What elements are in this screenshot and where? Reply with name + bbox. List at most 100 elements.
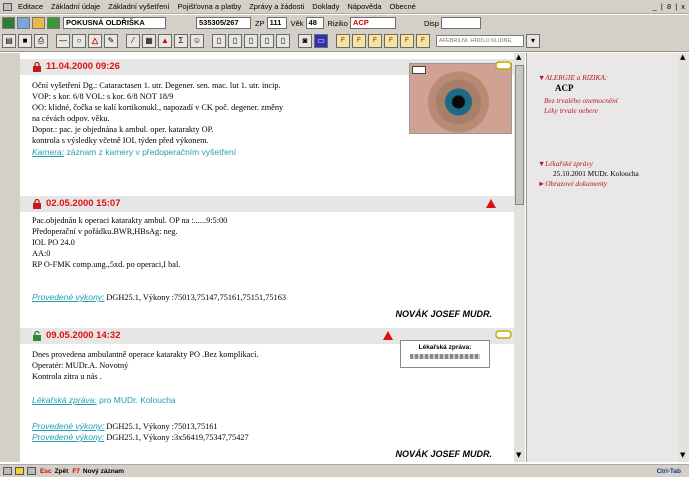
pen-icon[interactable]: ✎ — [104, 34, 118, 48]
patient-add-icon[interactable] — [47, 17, 60, 29]
scroll-up-arrow-icon[interactable]: ▲ — [516, 53, 521, 61]
entry-header[interactable]: 02.05.2000 15:07 — [20, 196, 514, 212]
doc2-icon[interactable]: ▯ — [228, 34, 242, 48]
doc5-icon[interactable]: ▯ — [276, 34, 290, 48]
risk-field[interactable]: ACP — [349, 17, 396, 29]
print-icon[interactable]: ⎙ — [34, 34, 48, 48]
allergy-heading[interactable]: ▼ALERGIE a RIZIKA: — [538, 73, 607, 82]
sigma-icon[interactable]: Σ — [174, 34, 188, 48]
f7-key: F7 — [72, 467, 80, 475]
system-menu-icon[interactable] — [3, 2, 12, 11]
f4-key-icon[interactable]: F — [384, 34, 398, 48]
back-action[interactable]: Zpět — [55, 468, 69, 475]
report-thumbnail[interactable]: Lékařská zpráva: — [400, 340, 490, 368]
esc-key: Esc — [40, 467, 52, 475]
status-bar: Esc Zpět F7 Nový záznam Ctrl-Tab — [0, 464, 689, 477]
status-disk-icon[interactable] — [27, 467, 36, 475]
age-field[interactable]: 48 — [305, 17, 324, 29]
procedures-line[interactable]: Provedené výkony: DGH25.1, Výkony :75013… — [32, 292, 286, 303]
eye-image-thumbnail[interactable] — [409, 63, 512, 134]
open-icon[interactable]: ▤ — [2, 34, 16, 48]
main-scrollbar[interactable]: ▲ ▼ — [514, 53, 525, 462]
procedures-line[interactable]: Provedené výkony: DGH25.1, Výkony :75013… — [32, 421, 218, 432]
main-scrollbar-thumb[interactable] — [515, 65, 524, 205]
patient-id-field[interactable]: 535305/267 — [196, 17, 251, 29]
report-thumbnail-title: Lékařská zpráva: — [418, 344, 472, 351]
menu-napoveda[interactable]: Nápověda — [343, 2, 385, 11]
menu-doklady[interactable]: Doklady — [308, 2, 343, 11]
circle-icon[interactable]: ○ — [72, 34, 86, 48]
chart-icon[interactable]: ⁄ — [126, 34, 140, 48]
doc3-icon[interactable]: ▯ — [244, 34, 258, 48]
entry-text-line: Dnes provedena ambulantně operace katara… — [32, 350, 259, 359]
menu-editace[interactable]: Editace — [14, 2, 47, 11]
triangle-icon[interactable]: △ — [88, 34, 102, 48]
entry-text-line: IOL PO 24.0 — [32, 238, 75, 247]
alert-icon[interactable]: ▲ — [158, 34, 172, 48]
patient-card-icon[interactable] — [2, 17, 15, 29]
patient-name-field[interactable]: POKUSNÁ OLDŘIŠKA — [63, 17, 166, 29]
entry-text-line: kontrola s výsledky včetně IOL týden pře… — [32, 136, 209, 145]
procedures-text: DGH25.1, Výkony :3x56419,75347,75427 — [106, 433, 249, 442]
patient-folder-icon[interactable] — [32, 17, 45, 29]
window-controls[interactable]: _ | 8 | x — [653, 2, 686, 11]
allergy-line: Léky trvale nebere — [544, 106, 599, 115]
entry-text-line: Dopor.: pac. je objednána k ambul. oper.… — [32, 125, 214, 134]
smile-icon[interactable]: ☺ — [190, 34, 204, 48]
menu-zakladni-vysetreni[interactable]: Základní vyšetření — [104, 2, 173, 11]
report-entry[interactable]: 25.10.2001 MUDr. Koloucha — [553, 169, 639, 178]
lock-icon — [33, 62, 41, 72]
entry-text-line: na cévách odpov. věku. — [32, 114, 110, 123]
images-link[interactable]: ►Obrazové dokumenty — [538, 179, 607, 188]
menu-obecne[interactable]: Obecné — [386, 2, 420, 11]
f1-key-icon[interactable]: F — [336, 34, 350, 48]
panel-scroll-down-icon[interactable]: ▼ — [680, 451, 685, 459]
monitor-icon[interactable]: ▭ — [314, 34, 328, 48]
zp-field[interactable]: 111 — [266, 17, 287, 29]
line-icon[interactable]: — — [56, 34, 70, 48]
status-lock-icon[interactable] — [3, 467, 12, 475]
procedures-line[interactable]: Provedené výkony: DGH25.1, Výkony :3x564… — [32, 432, 249, 443]
image-toolbar-icon[interactable] — [412, 66, 426, 74]
f3-key-icon[interactable]: F — [368, 34, 382, 48]
camera-link-label: Kamera: — [32, 147, 65, 157]
scroll-down-arrow-icon[interactable]: ▼ — [516, 451, 521, 459]
lock-icon — [33, 199, 41, 209]
disp-field[interactable] — [440, 17, 481, 29]
risk-label: Riziko — [327, 18, 348, 28]
quick-text-dropdown-icon[interactable]: ▾ — [526, 34, 540, 48]
reports-heading[interactable]: ▼Lékařské zprávy — [538, 159, 593, 168]
f5-key-icon[interactable]: F — [400, 34, 414, 48]
warning-icon[interactable] — [486, 199, 496, 208]
menu-zakladni-udaje[interactable]: Základní údaje — [47, 2, 104, 11]
entry-text-line: RP O-FMK comp.ung.,5xd. po operaci,I bal… — [32, 260, 181, 269]
panel-scroll-up-icon[interactable]: ▲ — [680, 53, 685, 61]
f6-key-icon[interactable]: F — [416, 34, 430, 48]
f2-key-icon[interactable]: F — [352, 34, 366, 48]
doc4-icon[interactable]: ▯ — [260, 34, 274, 48]
age-label: Věk — [290, 18, 304, 28]
new-record-action[interactable]: Nový záznam — [83, 468, 124, 475]
ctrl-tab-hint: Ctrl-Tab — [656, 467, 681, 475]
patient-list-icon[interactable] — [17, 17, 30, 29]
procedures-text: DGH25.1, Výkony :75013,75147,75161,75151… — [106, 293, 286, 302]
save-icon[interactable]: ■ — [18, 34, 32, 48]
entry-text-line: VOP: s kor. 6/8 VOL: s kor. 6/8 NOT 18/9 — [32, 92, 174, 101]
doc1-icon[interactable]: ▯ — [212, 34, 226, 48]
entry-text-line: Pac.objednán k operaci katarakty ambul. … — [32, 216, 228, 225]
patient-bar: POKUSNÁ OLDŘIŠKA 535305/267 ZP 111 Věk 4… — [0, 15, 689, 31]
attachment-icon[interactable] — [495, 330, 513, 339]
image-icon[interactable]: ▦ — [142, 34, 156, 48]
attachment-icon[interactable] — [495, 61, 513, 70]
menu-zpravy[interactable]: Zprávy a žádosti — [245, 2, 308, 11]
menu-pojistovna[interactable]: Pojišťovna a platby — [174, 2, 246, 11]
status-folder-icon[interactable] — [15, 467, 24, 475]
camera-link[interactable]: Kamera: záznam z kamery v předoperačním … — [32, 147, 236, 157]
panel-scrollbar[interactable]: ▲ ▼ — [678, 53, 689, 462]
camera-icon[interactable]: ◙ — [298, 34, 312, 48]
entry-text-line: Předoperační v pořádku.BWR,HBsAg: neg. — [32, 227, 178, 236]
warning-icon[interactable] — [383, 331, 393, 340]
medical-report-link[interactable]: Lékařská zpráva: pro MUDr. Kolоucha — [32, 395, 176, 405]
entry-date: 09.05.2000 14:32 — [46, 330, 121, 341]
quick-text-input[interactable] — [436, 35, 524, 47]
